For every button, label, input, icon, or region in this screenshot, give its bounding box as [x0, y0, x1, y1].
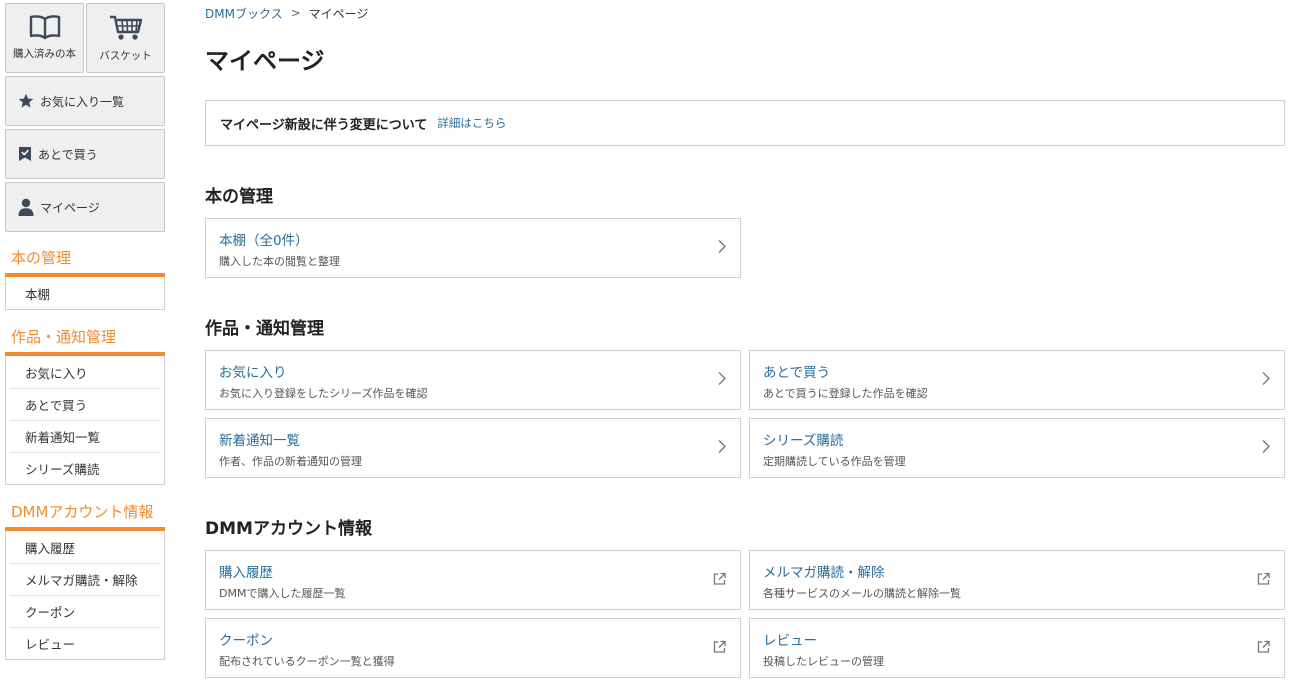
- sidebar-item-favorites[interactable]: お気に入り: [10, 356, 160, 388]
- external-link-icon: [713, 639, 726, 658]
- sidebar-list: 本棚: [5, 277, 165, 310]
- card-desc: 投稿したレビューの管理: [763, 655, 884, 668]
- card-grid: 本棚（全0件） 購入した本の閲覧と整理: [205, 218, 1285, 278]
- breadcrumb-root-link[interactable]: DMMブックス: [205, 5, 283, 22]
- basket-button[interactable]: バスケット: [86, 3, 165, 73]
- sidebar-section-title: DMMアカウント情報: [5, 499, 165, 531]
- card-title: あとで買う: [763, 365, 831, 381]
- card-bookshelf[interactable]: 本棚（全0件） 購入した本の閲覧と整理: [205, 218, 741, 278]
- section-book-management: 本の管理 本棚（全0件） 購入した本の閲覧と整理: [205, 182, 1285, 278]
- card-review[interactable]: レビュー 投稿したレビューの管理: [749, 618, 1285, 678]
- sidebar-item-series-subscription[interactable]: シリーズ購読: [10, 452, 160, 484]
- sidebar-section-works: 作品・通知管理 お気に入り あとで買う 新着通知一覧 シリーズ購読: [5, 324, 165, 485]
- card-newsletter[interactable]: メルマガ購読・解除 各種サービスのメールの購読と解除一覧: [749, 550, 1285, 610]
- notice-text: マイページ新設に伴う変更について: [220, 117, 428, 133]
- section-dmm-account: DMMアカウント情報 購入履歴 DMMで購入した履歴一覧 メルマガ購読・解除 各…: [205, 514, 1285, 678]
- notice-box: マイページ新設に伴う変更について 詳細はこちら: [205, 100, 1285, 146]
- sidebar-item-purchase-history[interactable]: 購入履歴: [10, 531, 160, 563]
- card-desc: お気に入り登録をしたシリーズ作品を確認: [219, 387, 428, 400]
- purchased-books-button[interactable]: 購入済みの本: [5, 3, 84, 73]
- breadcrumb-separator: >: [290, 6, 301, 20]
- breadcrumb-current: マイページ: [308, 6, 369, 21]
- sidebar-top-tiles: 購入済みの本 バスケット: [5, 3, 165, 73]
- breadcrumb: DMMブックス > マイページ: [205, 5, 1285, 21]
- sidebar-item-bookshelf[interactable]: 本棚: [10, 277, 160, 309]
- sidebar-list: お気に入り あとで買う 新着通知一覧 シリーズ購読: [5, 356, 165, 485]
- favorites-list-button[interactable]: お気に入り一覧: [5, 76, 165, 126]
- sidebar-item-buy-later[interactable]: あとで買う: [10, 388, 160, 420]
- mypage-label: マイページ: [40, 200, 100, 215]
- chevron-right-icon: [1262, 439, 1270, 458]
- card-series-subscription[interactable]: シリーズ購読 定期購読している作品を管理: [749, 418, 1285, 478]
- main-content: DMMブックス > マイページ マイページ マイページ新設に伴う変更について 詳…: [205, 0, 1285, 678]
- card-title: レビュー: [763, 633, 817, 649]
- book-icon: [29, 14, 61, 40]
- external-link-icon: [1257, 639, 1270, 658]
- card-new-notifications[interactable]: 新着通知一覧 作者、作品の新着通知の管理: [205, 418, 741, 478]
- card-title: クーポン: [219, 633, 273, 649]
- sidebar-section-title: 本の管理: [5, 245, 165, 277]
- sidebar-list: 購入履歴 メルマガ購読・解除 クーポン レビュー: [5, 531, 165, 660]
- sidebar-item-newsletter[interactable]: メルマガ購読・解除: [10, 563, 160, 595]
- card-buy-later[interactable]: あとで買う あとで買うに登録した作品を確認: [749, 350, 1285, 410]
- basket-label: バスケット: [99, 50, 152, 62]
- sidebar-section-account: DMMアカウント情報 購入履歴 メルマガ購読・解除 クーポン レビュー: [5, 499, 165, 660]
- sidebar-item-new-notifications[interactable]: 新着通知一覧: [10, 420, 160, 452]
- sidebar-item-coupon[interactable]: クーポン: [10, 595, 160, 627]
- section-works-notifications: 作品・通知管理 お気に入り お気に入り登録をしたシリーズ作品を確認 あとで買う …: [205, 314, 1285, 478]
- card-desc: DMMで購入した履歴一覧: [219, 587, 346, 600]
- card-favorites[interactable]: お気に入り お気に入り登録をしたシリーズ作品を確認: [205, 350, 741, 410]
- sidebar-section-books: 本の管理 本棚: [5, 245, 165, 310]
- mypage-button[interactable]: マイページ: [5, 182, 165, 232]
- card-coupon[interactable]: クーポン 配布されているクーポン一覧と獲得: [205, 618, 741, 678]
- page-title: マイページ: [205, 47, 325, 75]
- buy-later-button[interactable]: あとで買う: [5, 129, 165, 179]
- sidebar: 購入済みの本 バスケット お気に入り一覧 あとで買う マイページ 本の管理 本棚…: [5, 3, 165, 660]
- card-title: 新着通知一覧: [219, 433, 300, 449]
- card-grid: 購入履歴 DMMで購入した履歴一覧 メルマガ購読・解除 各種サービスのメールの購…: [205, 550, 1285, 678]
- notice-details-link[interactable]: 詳細はこちら: [437, 115, 506, 131]
- chevron-right-icon: [718, 439, 726, 458]
- card-title: お気に入り: [219, 365, 287, 381]
- favorites-list-label: お気に入り一覧: [40, 94, 125, 109]
- chevron-right-icon: [718, 239, 726, 258]
- card-title: シリーズ購読: [763, 433, 844, 449]
- card-desc: 作者、作品の新着通知の管理: [219, 455, 362, 468]
- section-title: 本の管理: [205, 187, 273, 207]
- card-desc: 購入した本の閲覧と整理: [219, 255, 340, 268]
- external-link-icon: [713, 571, 726, 590]
- card-desc: 定期購読している作品を管理: [763, 455, 906, 468]
- card-title: 本棚（全0件）: [219, 233, 309, 249]
- card-title: メルマガ購読・解除: [763, 565, 885, 581]
- cart-icon: [108, 14, 144, 42]
- buy-later-label: あとで買う: [38, 147, 98, 162]
- section-title: DMMアカウント情報: [205, 519, 372, 539]
- chevron-right-icon: [1262, 371, 1270, 390]
- user-icon: [18, 198, 40, 216]
- section-title: 作品・通知管理: [205, 319, 324, 339]
- card-grid: お気に入り お気に入り登録をしたシリーズ作品を確認 あとで買う あとで買うに登録…: [205, 350, 1285, 478]
- card-desc: 配布されているクーポン一覧と獲得: [219, 655, 395, 668]
- external-link-icon: [1257, 571, 1270, 590]
- card-desc: 各種サービスのメールの購読と解除一覧: [763, 587, 961, 600]
- sidebar-section-title: 作品・通知管理: [5, 324, 165, 356]
- card-title: 購入履歴: [219, 565, 273, 581]
- chevron-right-icon: [718, 371, 726, 390]
- sidebar-item-review[interactable]: レビュー: [10, 627, 160, 659]
- star-icon: [18, 93, 40, 109]
- purchased-books-label: 購入済みの本: [13, 48, 76, 60]
- card-desc: あとで買うに登録した作品を確認: [763, 387, 928, 400]
- bookmark-check-icon: [18, 146, 38, 162]
- card-purchase-history[interactable]: 購入履歴 DMMで購入した履歴一覧: [205, 550, 741, 610]
